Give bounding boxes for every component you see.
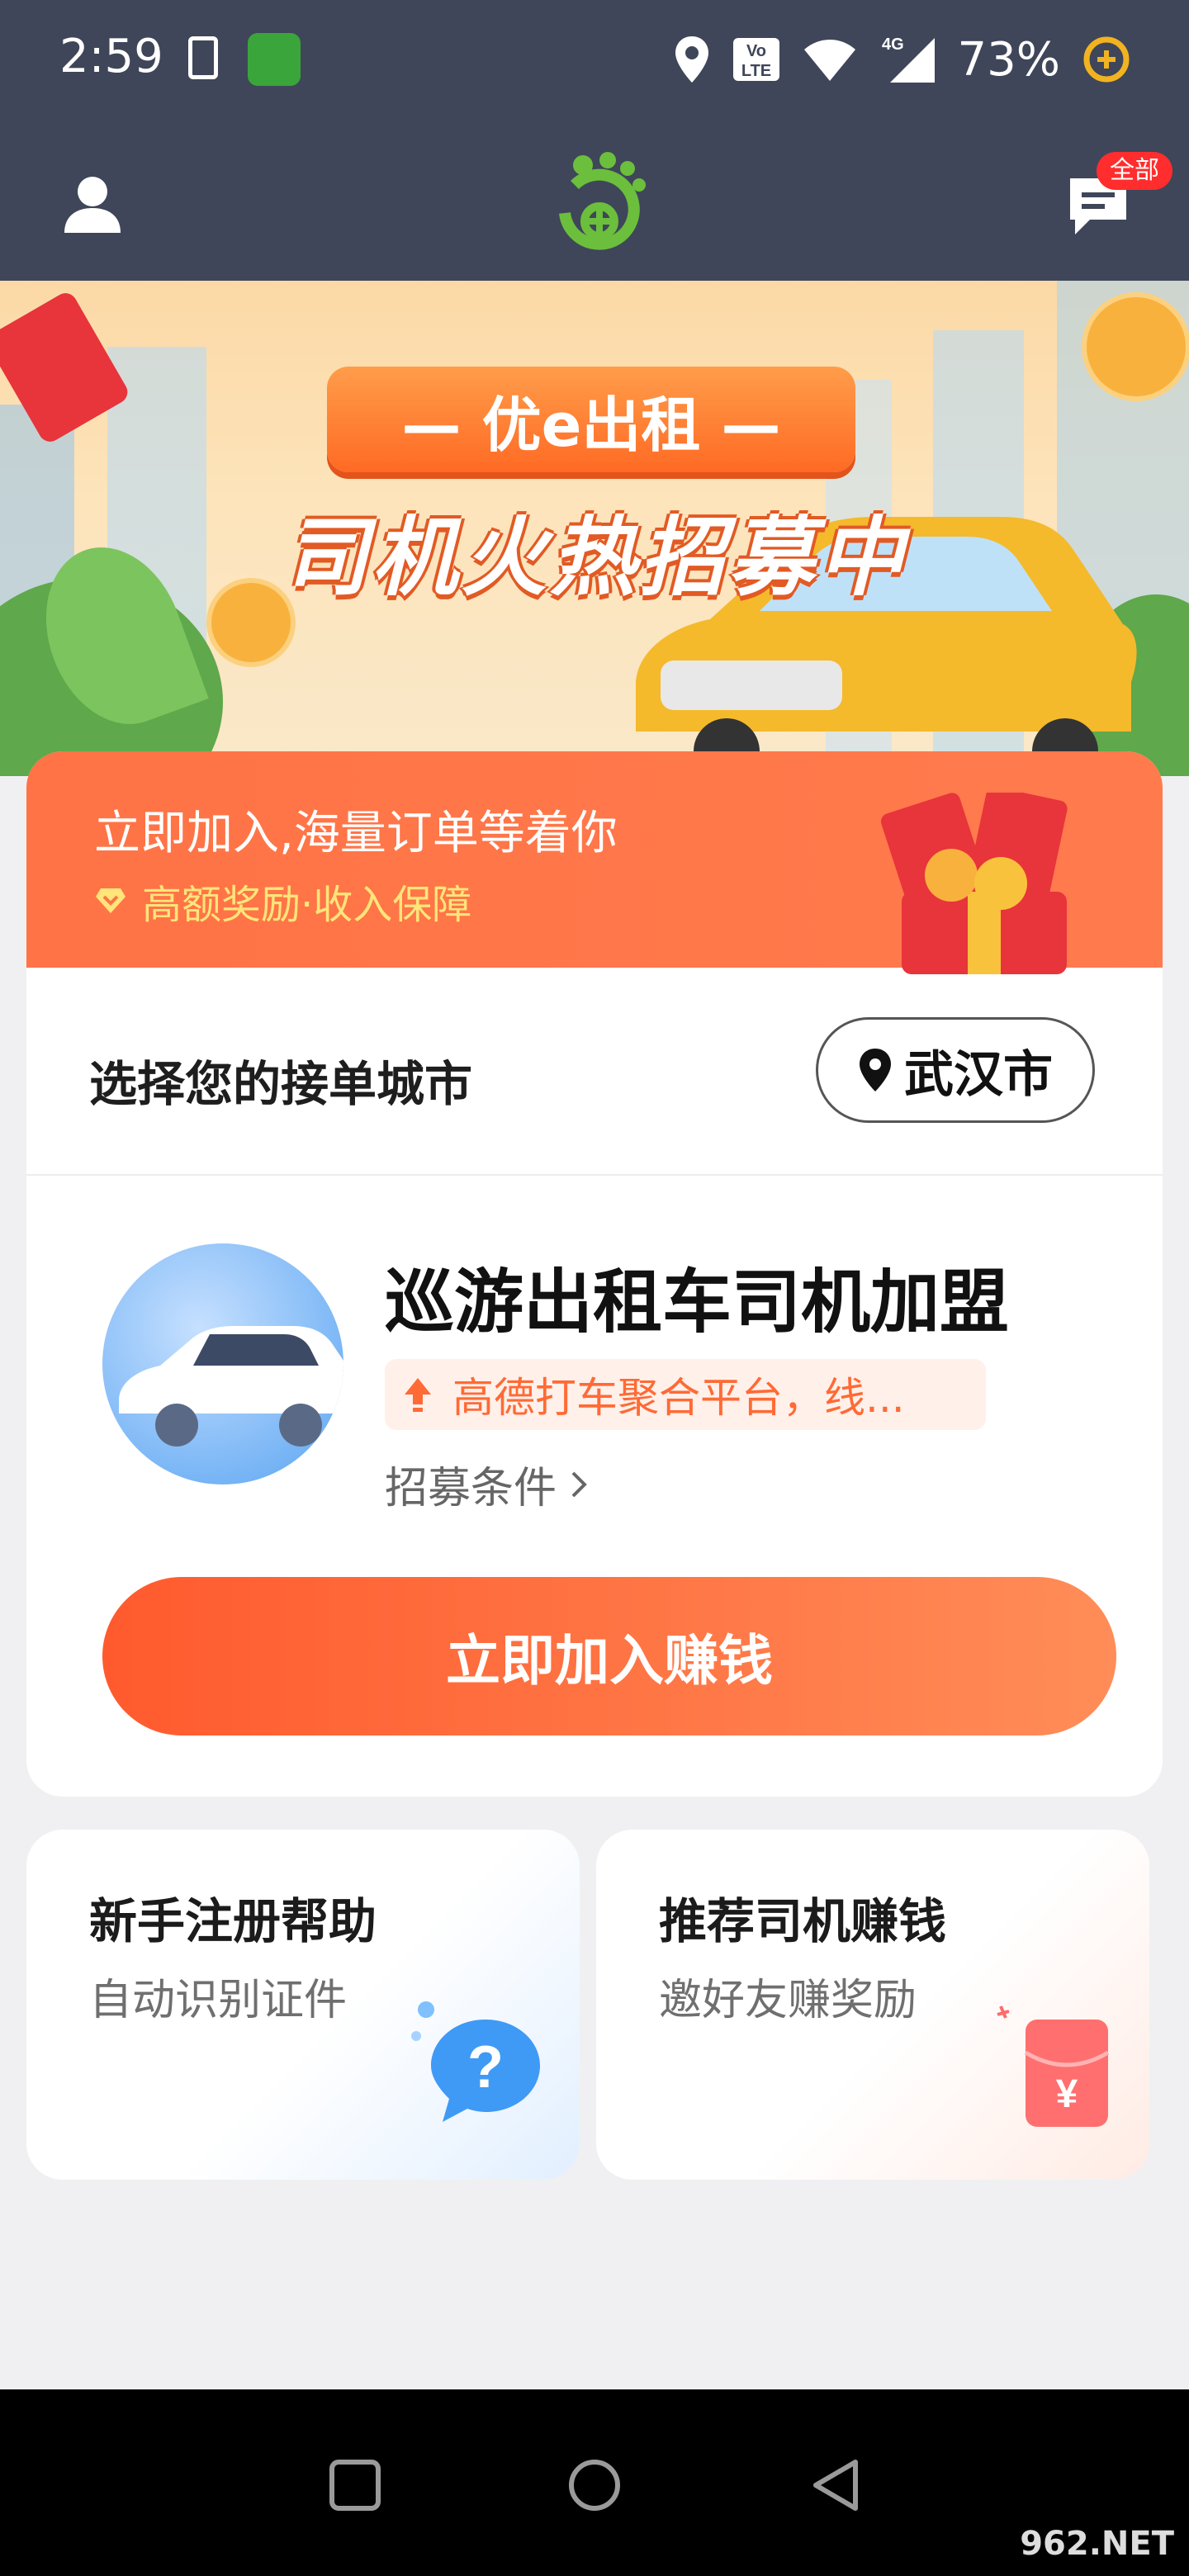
location-pin-icon <box>860 1049 891 1091</box>
recruit-conditions-text: 招募条件 <box>385 1464 557 1513</box>
chevron-right-icon <box>571 1471 587 1497</box>
status-icons: Vo LTE 4G 73% <box>674 28 1131 91</box>
app-notification-icon <box>248 33 301 86</box>
svg-text:?: ? <box>467 2034 504 2100</box>
home-icon[interactable] <box>566 2457 623 2513</box>
recruit-conditions-link[interactable]: 招募条件 <box>385 1453 588 1515</box>
wifi-icon <box>803 40 855 81</box>
refer-card-subtitle: 邀好友赚奖励 <box>659 1976 917 2025</box>
svg-text:LTE: LTE <box>741 62 770 80</box>
banner-headline: 司机火热招募中 <box>282 507 907 608</box>
join-subline-text: 高额奖励·收入保障 <box>142 882 472 928</box>
location-icon <box>675 36 708 83</box>
city-value: 武汉市 <box>904 1045 1053 1104</box>
svg-text:Vo: Vo <box>746 42 765 60</box>
gift-box-illustration <box>880 793 1068 974</box>
recent-apps-icon[interactable] <box>329 2459 381 2512</box>
join-subline: 高额奖励·收入保障 <box>94 872 471 930</box>
diamond-icon <box>96 888 126 913</box>
back-icon[interactable] <box>809 2457 862 2513</box>
car-icon <box>119 1326 343 1447</box>
join-headline: 立即加入,海量订单等着你 <box>94 807 618 860</box>
profile-icon[interactable] <box>61 173 124 236</box>
taxi-service-avatar <box>102 1243 343 1485</box>
service-tag-text: 高德打车聚合平台，线... <box>452 1374 905 1422</box>
arrow-up-icon <box>405 1378 431 1412</box>
battery-percentage: 73% <box>957 32 1060 87</box>
message-badge: 全部 <box>1097 152 1172 190</box>
service-tag: 高德打车聚合平台，线... <box>385 1359 986 1430</box>
join-earn-button[interactable]: 立即加入赚钱 <box>102 1577 1116 1735</box>
coin-decoration <box>1082 292 1189 401</box>
join-card: 立即加入,海量订单等着你 高额奖励·收入保障 选择您的接单城市 武汉市 巡游出租… <box>26 751 1163 1797</box>
join-card-header: 立即加入,海量订单等着你 高额奖励·收入保障 <box>26 751 1163 974</box>
city-select-button[interactable]: 武汉市 <box>816 1017 1095 1123</box>
registration-help-card[interactable]: 新手注册帮助 自动识别证件 ? <box>26 1830 580 2180</box>
app-logo-icon <box>559 152 646 250</box>
system-navigation-bar: 962.NET <box>0 2389 1189 2576</box>
city-select-label: 选择您的接单城市 <box>89 1056 473 1112</box>
volte-icon: Vo LTE <box>732 38 779 81</box>
site-watermark: 962.NET <box>1020 2525 1174 2563</box>
download-icon <box>188 36 218 79</box>
refer-driver-card[interactable]: 推荐司机赚钱 邀好友赚奖励 ¥ <box>596 1830 1149 2180</box>
red-envelope-icon: ¥ <box>997 2005 1110 2127</box>
status-time: 2:59 <box>59 30 163 83</box>
service-title: 巡游出租车司机加盟 <box>385 1262 1010 1342</box>
svg-text:4G: 4G <box>882 36 904 54</box>
banner-brand-title: — 优e出租 — <box>327 367 855 472</box>
help-card-title: 新手注册帮助 <box>89 1893 377 1949</box>
signal-icon: 4G <box>882 36 935 83</box>
divider <box>26 1174 1163 1176</box>
svg-text:¥: ¥ <box>1056 2072 1078 2116</box>
refer-card-title: 推荐司机赚钱 <box>659 1893 947 1949</box>
question-bubble-icon: ? <box>411 2001 540 2122</box>
recruitment-banner[interactable]: — 优e出租 — 司机火热招募中 <box>0 281 1189 776</box>
battery-icon <box>1083 36 1130 83</box>
help-card-subtitle: 自动识别证件 <box>89 1976 348 2025</box>
